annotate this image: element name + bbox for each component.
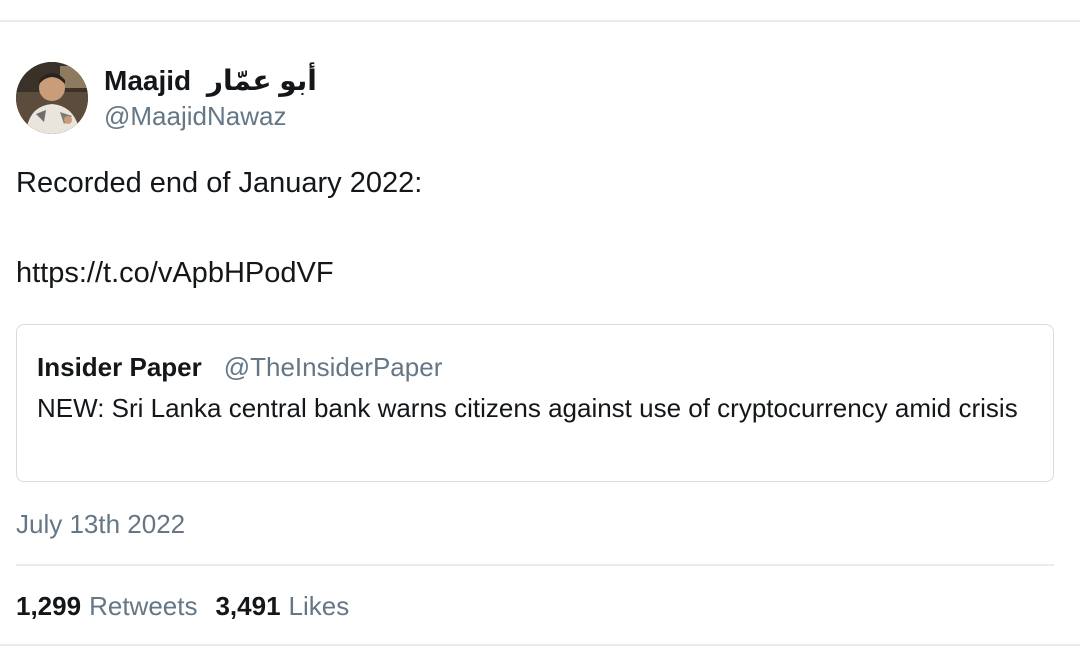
likes-stat[interactable]: 3,491 Likes xyxy=(215,590,349,622)
avatar-image xyxy=(16,62,88,134)
tweet-header: Maajid أبو عمّار @MaajidNawaz xyxy=(16,60,1056,136)
quoted-author-handle: @TheInsiderPaper xyxy=(223,352,443,382)
tweet-link[interactable]: https://t.co/vApbHPodVF xyxy=(16,256,1056,290)
retweets-count: 1,299 xyxy=(16,591,82,621)
author-names: Maajid أبو عمّار @MaajidNawaz xyxy=(104,64,317,132)
tweet-text-gap xyxy=(16,200,1056,256)
tweet-text: Recorded end of January 2022: https://t.… xyxy=(16,166,1056,290)
likes-count: 3,491 xyxy=(215,591,281,621)
display-name[interactable]: Maajid أبو عمّار xyxy=(104,64,317,98)
retweets-stat[interactable]: 1,299 Retweets xyxy=(16,590,197,622)
quoted-tweet-text: NEW: Sri Lanka central bank warns citize… xyxy=(37,393,1018,423)
avatar[interactable] xyxy=(16,62,88,134)
author-handle[interactable]: @MaajidNawaz xyxy=(104,100,317,132)
retweets-label: Retweets xyxy=(89,591,198,621)
quoted-tweet-header: Insider Paper @TheInsiderPaper xyxy=(37,351,1033,383)
quoted-tweet[interactable]: Insider Paper @TheInsiderPaper NEW: Sri … xyxy=(16,324,1054,482)
display-name-latin: Maajid xyxy=(104,65,192,96)
top-divider xyxy=(0,20,1080,22)
tweet-text-line: Recorded end of January 2022: xyxy=(16,167,423,199)
tweet-date[interactable]: July 13th 2022 xyxy=(16,508,1056,540)
tweet-stats: 1,299 Retweets 3,491 Likes xyxy=(16,590,1056,622)
tweet-card: Maajid أبو عمّار @MaajidNawaz Recorded e… xyxy=(16,60,1056,622)
stats-divider xyxy=(16,564,1054,566)
likes-label: Likes xyxy=(288,591,350,621)
bottom-divider xyxy=(0,644,1080,646)
display-name-arabic: أبو عمّار xyxy=(206,65,317,96)
quoted-author-name: Insider Paper xyxy=(37,352,202,382)
